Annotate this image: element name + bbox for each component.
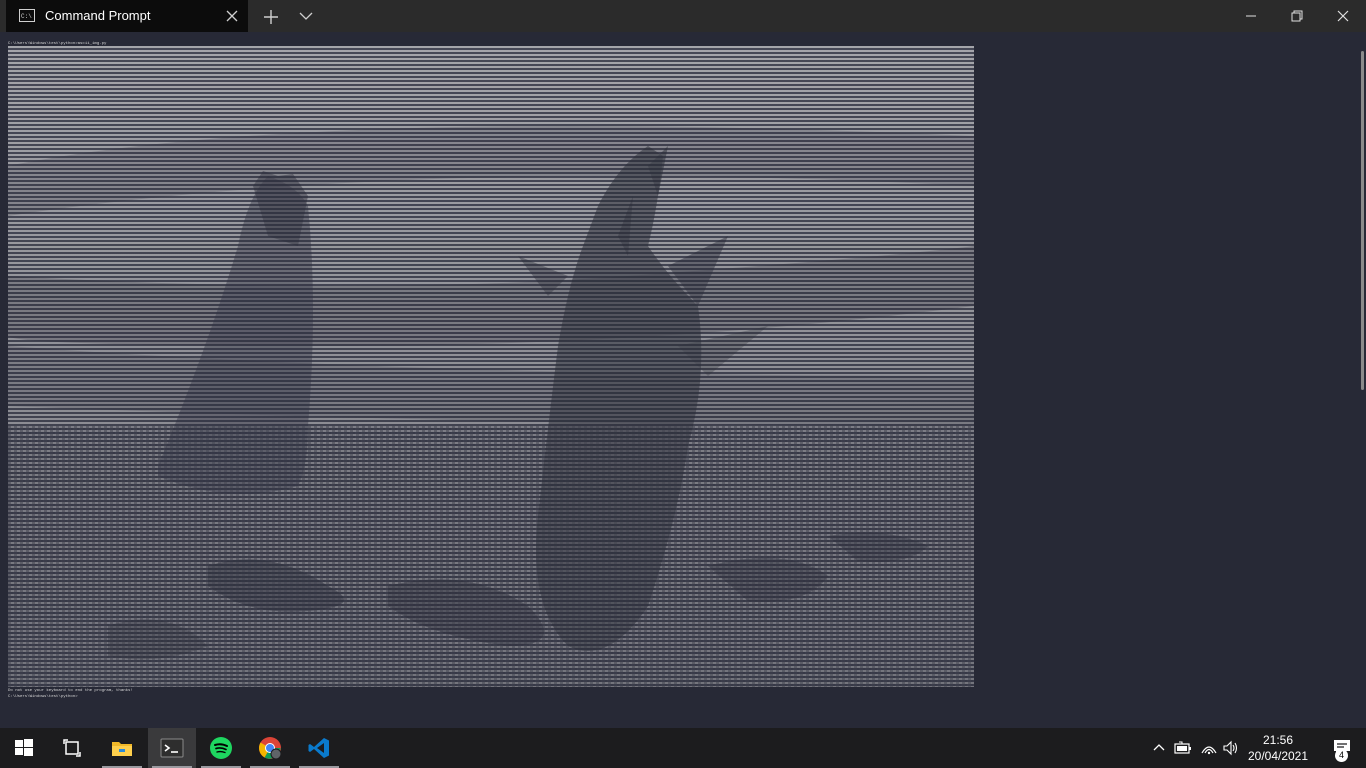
battery-icon[interactable] xyxy=(1172,728,1194,768)
chevron-up-icon[interactable] xyxy=(1148,728,1170,768)
clock-date: 20/04/2021 xyxy=(1247,749,1309,763)
spotify-icon[interactable] xyxy=(197,728,245,768)
chevron-down-icon[interactable] xyxy=(298,9,314,23)
minimize-button[interactable] xyxy=(1228,0,1274,32)
restore-button[interactable] xyxy=(1274,0,1320,32)
tab-command-prompt[interactable]: C:\ Command Prompt xyxy=(6,0,248,32)
file-explorer-icon[interactable] xyxy=(98,728,146,768)
program-message: Do not use your keyboard to end the prog… xyxy=(8,689,133,693)
volume-icon[interactable] xyxy=(1220,728,1242,768)
command-prompt-icon: C:\ xyxy=(19,9,35,22)
taskbar-clock[interactable]: 21:56 20/04/2021 xyxy=(1240,732,1316,764)
terminal-icon[interactable] xyxy=(148,728,196,768)
terminal-output[interactable]: C:\Users\Windows\test\python>ascii_img.p… xyxy=(0,32,1366,728)
taskbar: 21:56 20/04/2021 xyxy=(0,728,1366,768)
wifi-icon[interactable] xyxy=(1198,728,1220,768)
task-view-icon[interactable] xyxy=(48,728,96,768)
clock-time: 21:56 xyxy=(1262,733,1294,747)
svg-text:C:\: C:\ xyxy=(21,13,32,20)
title-bar: C:\ Command Prompt xyxy=(0,0,1366,32)
close-window-button[interactable] xyxy=(1320,0,1366,32)
vscode-icon[interactable] xyxy=(295,728,343,768)
notification-count-badge: 4 xyxy=(1335,749,1348,762)
prompt-current-line[interactable]: C:\Users\Windows\test\python> xyxy=(8,695,78,700)
action-center-icon[interactable] xyxy=(1322,728,1366,768)
tab-title: Command Prompt xyxy=(45,8,151,23)
start-icon[interactable] xyxy=(0,728,48,768)
ascii-art-image xyxy=(8,46,974,687)
new-tab-plus-icon[interactable] xyxy=(262,8,280,26)
tab-close-icon[interactable] xyxy=(224,8,240,24)
chrome-icon[interactable] xyxy=(246,728,294,768)
terminal-scrollbar[interactable] xyxy=(1361,51,1364,390)
